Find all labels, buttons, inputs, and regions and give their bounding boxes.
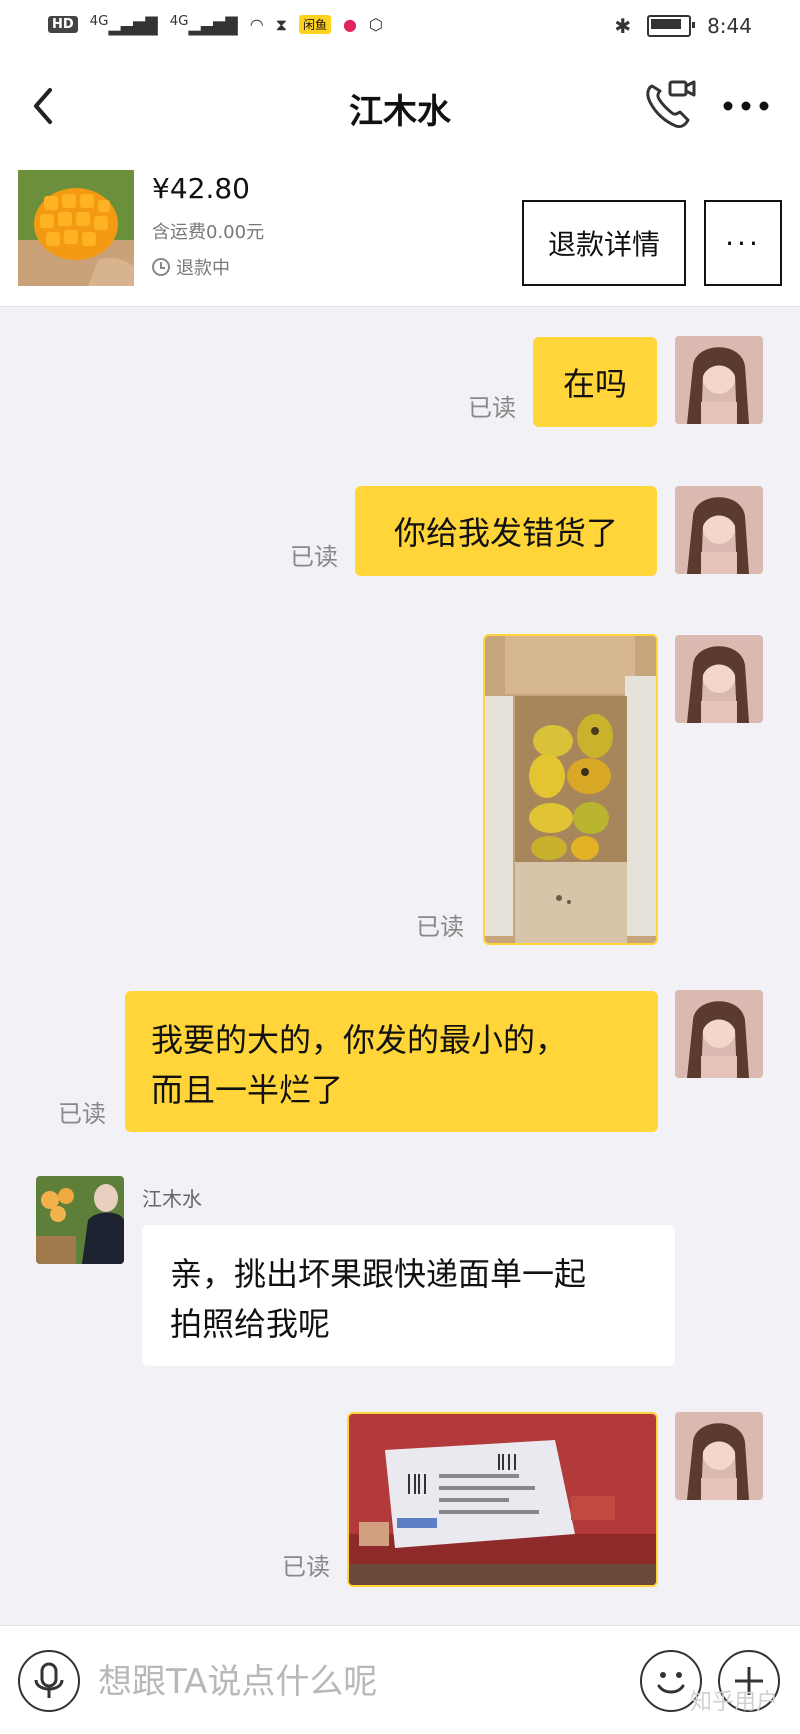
product-price: ¥42.80 — [152, 172, 250, 205]
message-input[interactable] — [96, 1656, 620, 1708]
product-thumbnail[interactable] — [18, 170, 134, 286]
my-avatar[interactable] — [675, 336, 763, 424]
bluetooth-icon: ✱ — [614, 14, 632, 38]
more-icon[interactable] — [720, 86, 772, 126]
message-bubble[interactable]: 亲，挑出坏果跟快递面单一起 拍照给我呢 — [142, 1225, 675, 1366]
network-4g-2: 4G▂▄▆█ — [169, 14, 238, 36]
product-card: ¥42.80 含运费0.00元 退款中 退款详情 ··· — [0, 156, 800, 307]
app-badge: 闲鱼 — [298, 15, 331, 35]
read-receipt: 已读 — [468, 394, 516, 422]
record-icon: ● — [342, 15, 357, 35]
my-avatar[interactable] — [675, 635, 763, 723]
message-line: 拍照给我呢 — [170, 1305, 331, 1343]
seller-avatar[interactable] — [36, 1176, 124, 1264]
shipping-fee: 含运费0.00元 — [152, 222, 265, 243]
message-bubble[interactable]: 我要的大的，你发的最小的， 而且一半烂了 — [125, 991, 658, 1132]
refund-status-label: 退款中 — [176, 258, 230, 279]
watermark: 知乎用户 — [689, 1690, 778, 1715]
my-avatar[interactable] — [675, 990, 763, 1078]
hand-icon: ⬡ — [368, 15, 383, 35]
wifi-icon: ◠ — [249, 15, 264, 35]
message-line: 我要的大的，你发的最小的， — [151, 1021, 568, 1059]
my-avatar[interactable] — [675, 486, 763, 574]
read-receipt: 已读 — [416, 913, 464, 941]
battery-icon — [647, 15, 696, 37]
chat-header: 江木水 — [0, 56, 800, 156]
hourglass-icon: ⧗ — [275, 14, 287, 34]
sender-name: 江木水 — [142, 1187, 202, 1211]
hd-badge: HD — [48, 16, 78, 34]
clock-icon — [152, 258, 170, 276]
input-bar — [0, 1625, 800, 1734]
refund-details-button[interactable]: 退款详情 — [522, 200, 686, 286]
microphone-icon[interactable] — [18, 1650, 80, 1712]
read-receipt: 已读 — [58, 1100, 106, 1128]
network-4g-1: 4G▂▄▆█ — [89, 14, 158, 36]
shipping-label-photo[interactable] — [347, 1412, 658, 1587]
clock-time: 8:44 — [707, 14, 752, 38]
video-call-icon[interactable] — [640, 76, 696, 132]
mango-box-photo[interactable] — [483, 634, 658, 945]
status-bar: HD 4G▂▄▆█ 4G▂▄▆█ ◠ ⧗ 闲鱼 ● ⬡ ✱ 8:44 — [0, 0, 800, 56]
back-chevron-icon[interactable] — [28, 84, 60, 128]
refund-status: 退款中 — [152, 254, 230, 280]
card-more-button[interactable]: ··· — [704, 200, 782, 286]
read-receipt: 已读 — [290, 543, 338, 571]
message-line: 而且一半烂了 — [151, 1071, 344, 1109]
message-line: 亲，挑出坏果跟快递面单一起 — [170, 1255, 587, 1293]
my-avatar[interactable] — [675, 1412, 763, 1500]
message-bubble[interactable]: 你给我发错货了 — [355, 486, 657, 576]
read-receipt: 已读 — [282, 1553, 330, 1581]
message-bubble[interactable]: 在吗 — [533, 337, 657, 427]
